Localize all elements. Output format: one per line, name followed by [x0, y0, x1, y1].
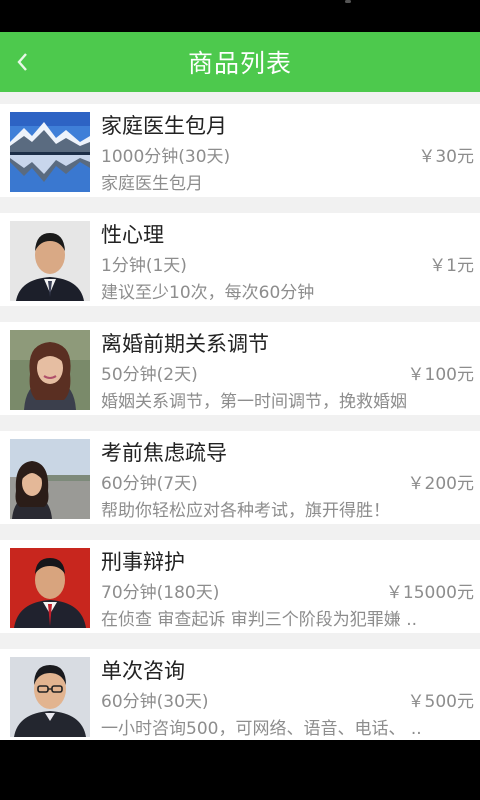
product-thumbnail [10, 330, 90, 410]
app-header: 商品列表 [0, 32, 480, 92]
product-item[interactable]: 离婚前期关系调节 50分钟(2天) ￥100元 婚姻关系调节，第一时间调节，挽救… [0, 322, 480, 415]
chevron-left-icon [17, 53, 27, 71]
product-title: 考前焦虑疏导 [101, 441, 227, 465]
product-duration: 1000分钟(30天) [101, 147, 231, 167]
mountain-lake-image [10, 112, 90, 192]
product-duration: 70分钟(180天) [101, 583, 220, 603]
product-thumbnail [10, 657, 90, 737]
product-description: 一小时咨询500，可网络、语音、电话、 .. [101, 719, 422, 739]
page-title: 商品列表 [187, 49, 292, 78]
product-thumbnail [10, 548, 90, 628]
product-description: 婚姻关系调节，第一时间调节，挽救婚姻 [101, 392, 407, 412]
product-thumbnail [10, 221, 90, 301]
status-indicator-icon [345, 0, 351, 3]
back-button[interactable] [4, 42, 40, 82]
woman-outdoor-image [10, 439, 90, 519]
product-duration: 50分钟(2天) [101, 365, 198, 385]
product-price: ￥200元 [407, 474, 474, 494]
product-item[interactable]: 刑事辩护 70分钟(180天) ￥15000元 在侦查 审查起诉 审判三个阶段为… [0, 540, 480, 633]
product-description: 在侦查 审查起诉 审判三个阶段为犯罪嫌 .. [101, 610, 418, 630]
product-price: ￥1元 [429, 256, 474, 276]
man-red-background-image [10, 548, 90, 628]
product-title: 单次咨询 [101, 659, 185, 683]
product-description: 建议至少10次，每次60分钟 [101, 283, 315, 303]
product-thumbnail [10, 112, 90, 192]
product-duration: 1分钟(1天) [101, 256, 187, 276]
product-price: ￥30元 [418, 147, 474, 167]
status-bar [0, 0, 480, 32]
product-title: 性心理 [101, 223, 164, 247]
product-duration: 60分钟(30天) [101, 692, 209, 712]
product-description: 家庭医生包月 [101, 174, 203, 194]
man-glasses-portrait-image [10, 657, 90, 737]
product-item[interactable]: 单次咨询 60分钟(30天) ￥500元 一小时咨询500，可网络、语音、电话、… [0, 649, 480, 740]
product-item[interactable]: 考前焦虑疏导 60分钟(7天) ￥200元 帮助你轻松应对各种考试，旗开得胜！ [0, 431, 480, 524]
product-list: 家庭医生包月 1000分钟(30天) ￥30元 家庭医生包月 性心理 1分钟(1… [0, 92, 480, 740]
man-portrait-image [10, 221, 90, 301]
product-title: 家庭医生包月 [101, 114, 227, 138]
product-price: ￥100元 [407, 365, 474, 385]
product-price: ￥500元 [407, 692, 474, 712]
product-item[interactable]: 家庭医生包月 1000分钟(30天) ￥30元 家庭医生包月 [0, 104, 480, 197]
product-title: 离婚前期关系调节 [101, 332, 269, 356]
product-item[interactable]: 性心理 1分钟(1天) ￥1元 建议至少10次，每次60分钟 [0, 213, 480, 306]
product-title: 刑事辩护 [101, 550, 185, 574]
woman-portrait-image [10, 330, 90, 410]
product-description: 帮助你轻松应对各种考试，旗开得胜！ [101, 501, 390, 521]
product-duration: 60分钟(7天) [101, 474, 198, 494]
navigation-bar [0, 740, 480, 800]
product-thumbnail [10, 439, 90, 519]
product-price: ￥15000元 [385, 583, 474, 603]
